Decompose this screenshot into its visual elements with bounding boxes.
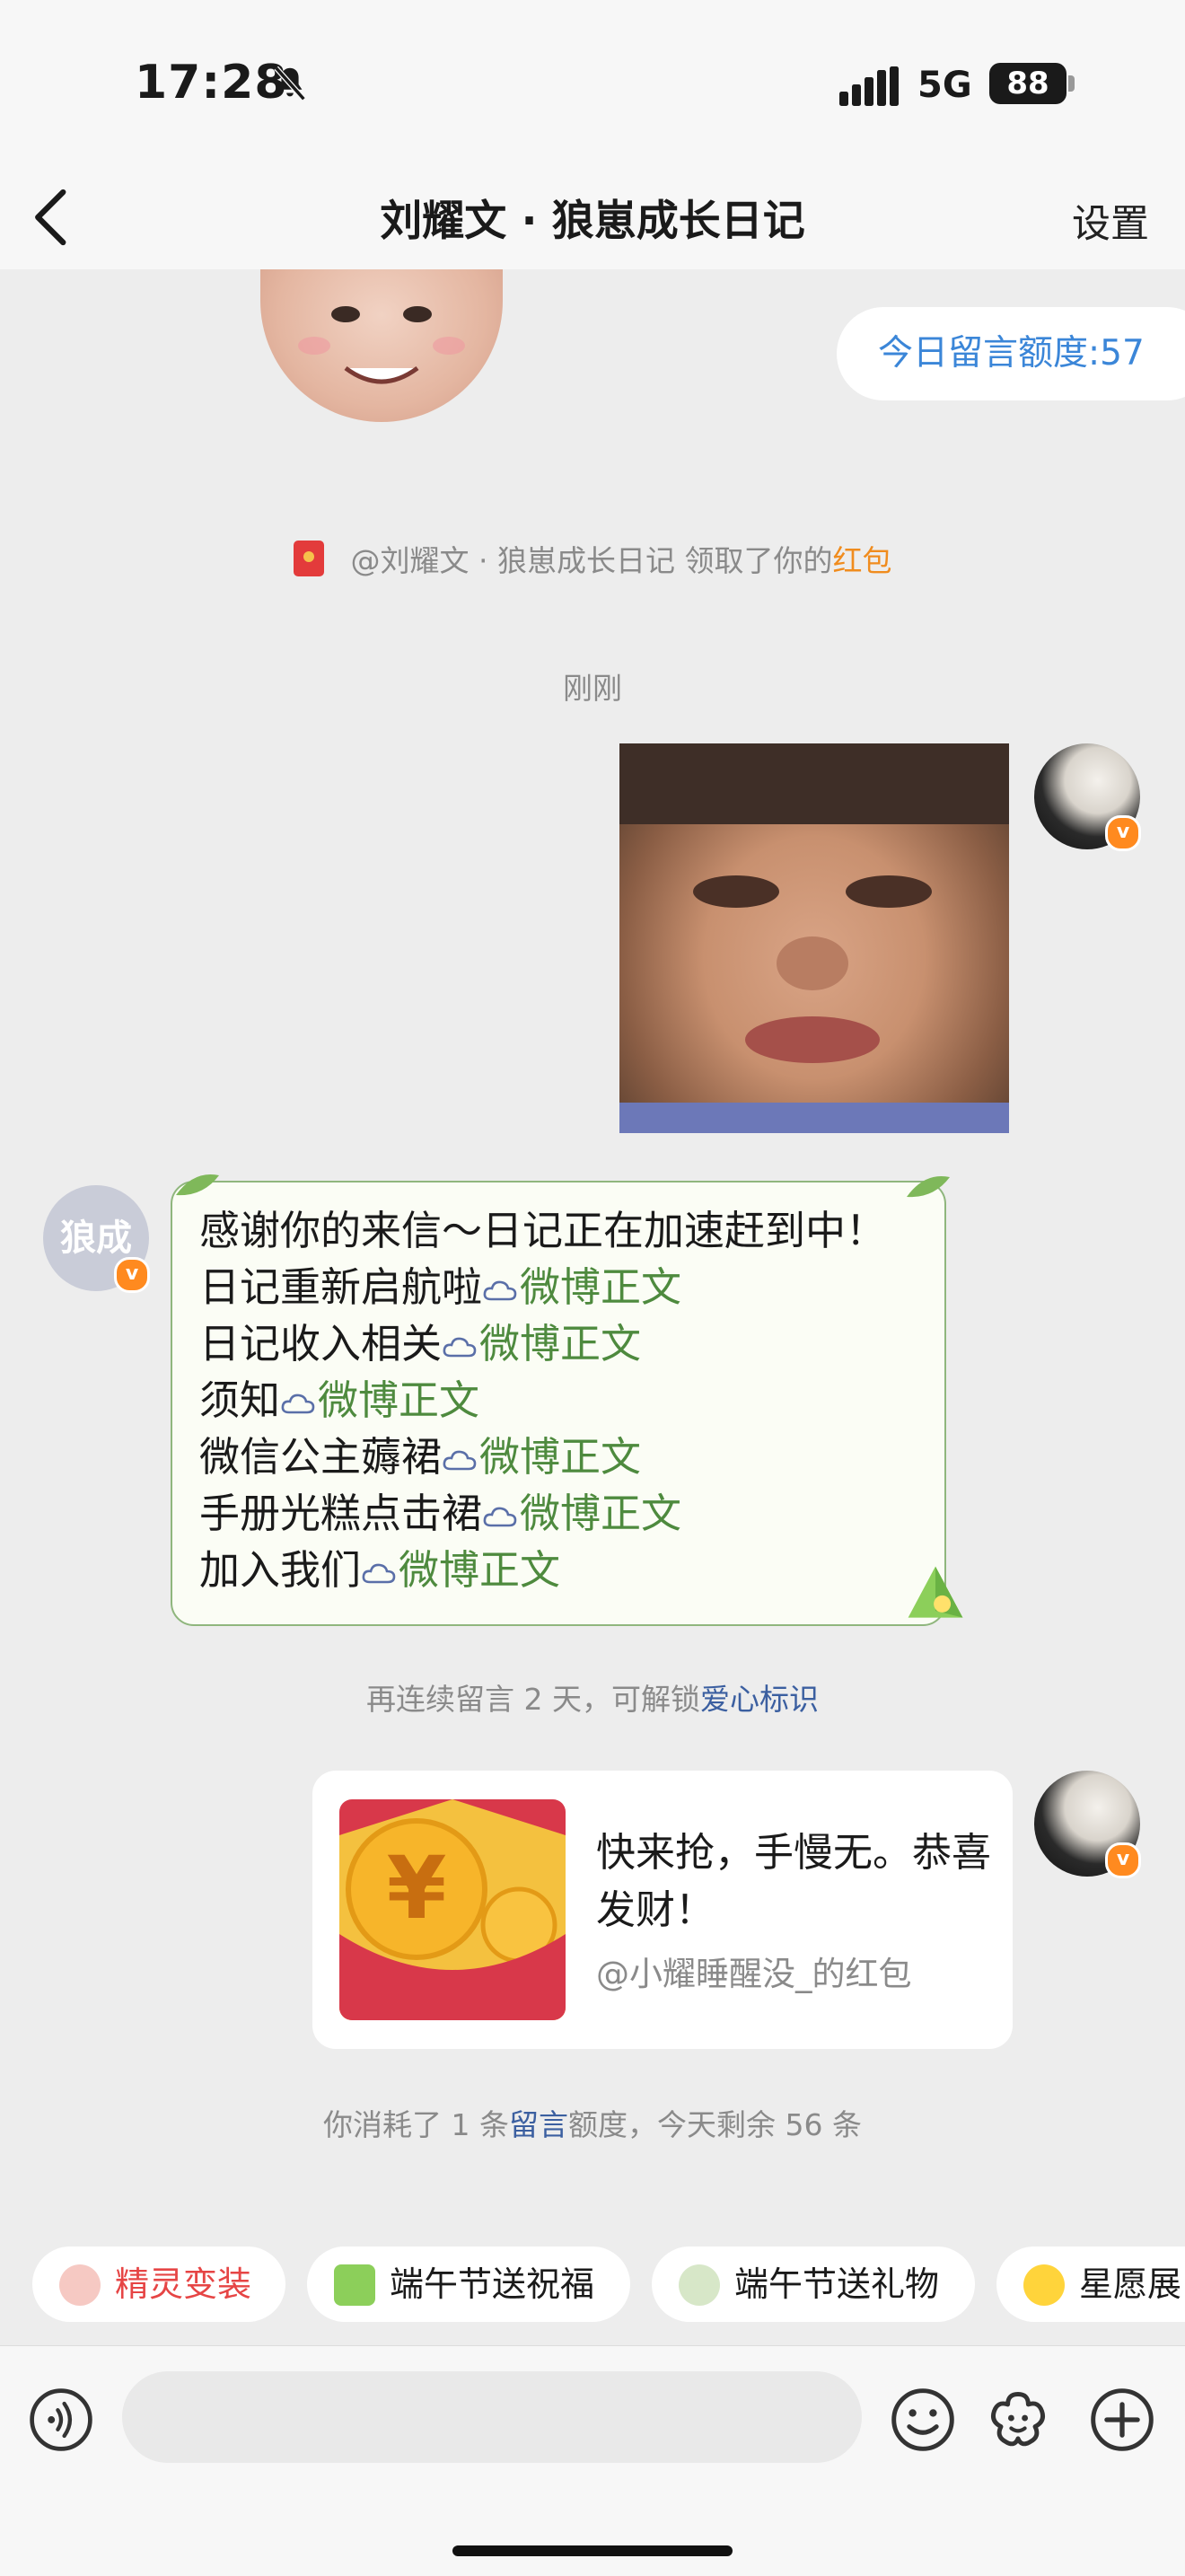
input-bar [0,2345,1185,2576]
weibo-link[interactable]: 微博正文 [442,1320,641,1367]
cloud-icon [443,1450,477,1471]
chip-costume[interactable]: 精灵变装 [32,2246,285,2322]
weibo-link[interactable]: 微博正文 [482,1490,681,1537]
verified-badge-icon: v [1105,1842,1141,1878]
bot-line-5: 手册光糕点击裙 微博正文 [199,1490,682,1537]
signal-icon [839,66,899,106]
cloud-icon [362,1563,396,1584]
chat-area[interactable]: 今日留言额度:57 @刘耀文 · 狼崽成长日记 领取了你的红包 刚刚 v 狼成崽… [0,269,1185,2236]
message-link[interactable]: 留言 [509,2107,568,2142]
verified-badge-icon: v [114,1257,150,1293]
home-indicator [452,2545,733,2556]
zongzi-icon [908,1566,963,1618]
weibo-link[interactable]: 微博正文 [361,1546,560,1594]
weibo-link[interactable]: 微博正文 [482,1263,681,1311]
bot-message-bubble[interactable]: 感谢你的来信～日记正在加速赶到中！ 日记重新启航啦 微博正文 日记收入相关 微博正文… [171,1174,963,1626]
red-packet-link[interactable]: 红包 [832,543,891,578]
sticker-flower-icon[interactable] [984,2386,1052,2454]
yen-symbol: ¥ [387,1838,447,1939]
voice-icon[interactable] [29,2387,93,2452]
cloud-icon [281,1394,315,1414]
leaf-decoration-icon [907,1175,950,1198]
zongzi-icon [334,2264,375,2306]
leaf-decoration-icon [176,1174,219,1196]
network-type: 5G [917,65,972,106]
cloud-icon [443,1337,477,1358]
red-packet-claim-notice: @刘耀文 · 狼崽成长日记 领取了你的红包 [0,537,1185,580]
chip-dragon-boat-wishes[interactable]: 端午节送祝福 [307,2246,630,2322]
emoji-icon[interactable] [889,2386,957,2454]
bot-line-0: 感谢你的来信～日记正在加速赶到中！ [199,1207,887,1254]
red-packet-card[interactable]: ¥ 快来抢，手慢无。恭喜发财！ @小耀睡醒没_的红包 [312,1771,1013,2049]
claim-notice-text: @刘耀文 · 狼崽成长日记 领取了你的 [350,543,833,578]
unlock-notice: 再连续留言 2 天，可解锁爱心标识 [366,1682,819,1717]
timestamp: 刚刚 [563,671,622,706]
weibo-link[interactable]: 微博正文 [442,1433,641,1481]
nav-bar: 刘耀文 · 狼崽成长日记 设置 [0,166,1185,269]
red-packet-icon [293,541,324,576]
chip-dragon-boat-gift[interactable]: 端午节送礼物 [652,2246,975,2322]
plus-icon[interactable] [1088,2386,1156,2454]
chip-star-wish[interactable]: 星愿展 [996,2246,1185,2322]
bell-muted-icon [274,66,306,101]
cloud-icon [483,1507,517,1527]
pig-icon [59,2264,101,2306]
dragon-boat-icon [679,2264,720,2306]
page-title: 刘耀文 · 狼崽成长日记 [380,197,805,246]
red-packet-envelope-icon: ¥ [339,1799,566,2020]
sticker-image[interactable] [260,269,503,422]
red-packet-sender: @小耀睡醒没_的红包 [596,1955,912,1993]
battery-level: 88 [989,63,1066,104]
consume-notice: 你消耗了 1 条留言额度，今天剩余 56 条 [323,2107,862,2142]
bot-line-2: 日记收入相关 微博正文 [199,1320,642,1367]
daily-quota-pill[interactable]: 今日留言额度:57 [837,307,1185,400]
star-icon [1023,2264,1065,2306]
heart-badge-link[interactable]: 爱心标识 [700,1682,819,1717]
verified-badge-icon: v [1105,815,1141,851]
battery-cap [1068,75,1075,92]
cloud-icon [483,1280,517,1301]
weibo-link[interactable]: 微博正文 [280,1376,479,1424]
quick-action-chips: 精灵变装 端午节送祝福 端午节送礼物 星愿展 [0,2246,1185,2327]
status-bar: 17:28 5G 88 [0,0,1185,166]
bot-line-3: 须知 微博正文 [199,1376,480,1424]
message-input[interactable] [122,2371,862,2463]
sent-photo[interactable] [619,743,1009,1133]
bot-line-6: 加入我们 微博正文 [199,1546,561,1594]
status-time: 17:28 [135,56,288,110]
settings-button[interactable]: 设置 [1072,193,1149,249]
red-packet-message: 快来抢，手慢无。恭喜发财！ [596,1830,991,1933]
bot-line-1: 日记重新启航啦 微博正文 [199,1263,682,1311]
bot-line-4: 微信公主薅裙 微博正文 [199,1433,642,1481]
